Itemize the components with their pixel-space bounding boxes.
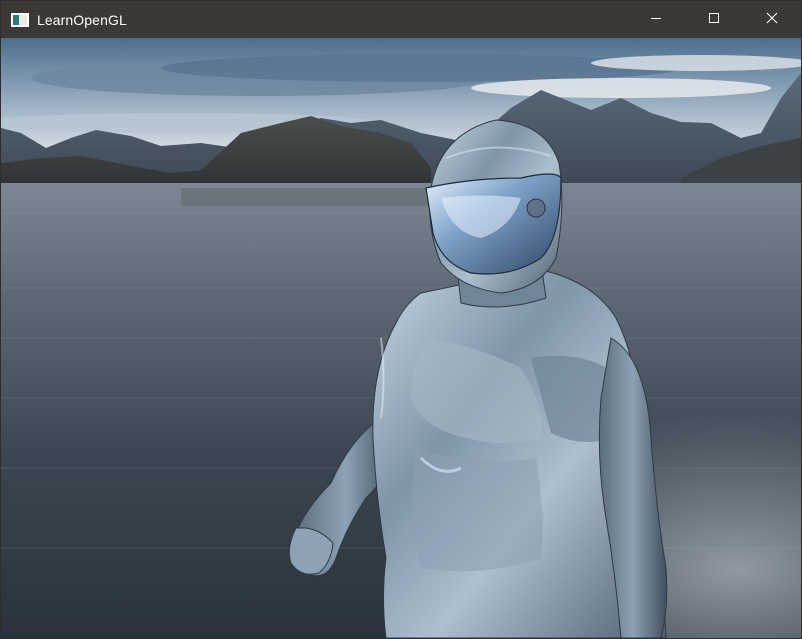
window-controls — [627, 1, 801, 38]
hill-reflection — [181, 188, 441, 206]
minimize-button[interactable] — [627, 1, 685, 38]
close-button[interactable] — [743, 1, 801, 38]
application-window: LearnOpenGL — [0, 0, 802, 639]
title-bar[interactable]: LearnOpenGL — [1, 1, 801, 38]
maximize-button[interactable] — [685, 1, 743, 38]
rendered-scene — [1, 38, 801, 638]
minimize-icon — [650, 11, 662, 29]
opengl-render-viewport[interactable] — [1, 38, 801, 638]
window-title: LearnOpenGL — [37, 11, 127, 28]
close-icon — [766, 11, 778, 29]
maximize-icon — [708, 11, 720, 29]
app-window-icon — [11, 12, 29, 27]
